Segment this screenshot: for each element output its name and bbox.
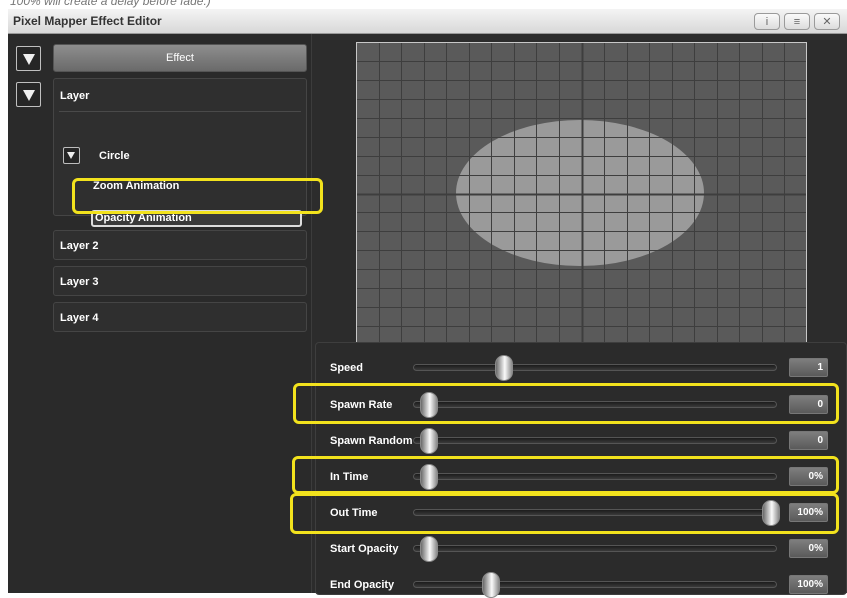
param-slider-track[interactable] bbox=[413, 545, 777, 552]
effect-editor-window: Pixel Mapper Effect Editor i ≡ ✕ Effect … bbox=[8, 9, 847, 598]
title-bar: Pixel Mapper Effect Editor i ≡ ✕ bbox=[8, 9, 847, 34]
layer-expand-button[interactable] bbox=[16, 82, 41, 107]
circle-expand-button[interactable] bbox=[63, 147, 80, 164]
layer-divider bbox=[59, 111, 301, 112]
param-label: Spawn Rate bbox=[330, 399, 393, 411]
chevron-down-icon bbox=[67, 152, 75, 159]
layer-2-panel[interactable]: Layer 2 bbox=[53, 230, 307, 260]
param-row: Spawn Random 0 bbox=[316, 425, 846, 454]
info-button[interactable]: i bbox=[754, 13, 780, 30]
layer-tree-pane: Effect Layer Circle Zoom Animation Opaci… bbox=[8, 34, 312, 593]
param-slider-thumb[interactable] bbox=[495, 355, 513, 381]
effect-expand-button[interactable] bbox=[16, 46, 41, 71]
param-value-field[interactable]: 0 bbox=[789, 431, 828, 450]
menu-button[interactable]: ≡ bbox=[784, 13, 810, 30]
param-slider-track[interactable] bbox=[413, 437, 777, 444]
param-label: Spawn Random bbox=[330, 435, 413, 447]
param-value-field[interactable]: 100% bbox=[789, 503, 828, 522]
chevron-down-icon bbox=[23, 90, 35, 101]
window-title: Pixel Mapper Effect Editor bbox=[13, 14, 162, 28]
param-slider-track[interactable] bbox=[413, 581, 777, 588]
opacity-animation-item[interactable]: Opacity Animation bbox=[91, 210, 302, 227]
close-button[interactable]: ✕ bbox=[814, 13, 840, 30]
param-label: End Opacity bbox=[330, 579, 395, 591]
menu-icon: ≡ bbox=[793, 16, 801, 28]
param-row: Start Opacity 0% bbox=[316, 533, 846, 562]
close-icon: ✕ bbox=[822, 16, 832, 28]
param-row: Speed 1 bbox=[316, 352, 846, 381]
pixel-preview[interactable] bbox=[356, 42, 808, 346]
param-value-field[interactable]: 0 bbox=[789, 395, 828, 414]
param-label: Out Time bbox=[330, 507, 378, 519]
parameter-panel: Speed 1 Spawn Rate 0 Spawn Random 0 In Time 0% O… bbox=[315, 342, 847, 598]
param-value-field[interactable]: 0% bbox=[789, 539, 828, 558]
param-slider-track[interactable] bbox=[413, 364, 777, 371]
param-label: In Time bbox=[330, 471, 369, 483]
info-icon: i bbox=[765, 16, 769, 28]
layer-4-label: Layer 4 bbox=[60, 312, 99, 324]
param-row: In Time 0% bbox=[316, 461, 846, 490]
layer-1-label[interactable]: Layer bbox=[60, 90, 89, 102]
layer-3-panel[interactable]: Layer 3 bbox=[53, 266, 307, 296]
param-row: Out Time 100% bbox=[316, 497, 846, 526]
param-slider-track[interactable] bbox=[413, 473, 777, 480]
param-slider-thumb[interactable] bbox=[420, 428, 438, 454]
param-row: Spawn Rate 0 bbox=[316, 389, 846, 418]
param-label: Speed bbox=[330, 362, 364, 374]
layer-1-panel: Layer Circle Zoom Animation Opacity Anim… bbox=[53, 78, 307, 227]
circle-label[interactable]: Circle bbox=[99, 150, 130, 162]
zoom-animation-item[interactable]: Zoom Animation bbox=[93, 180, 179, 192]
param-value-field[interactable]: 1 bbox=[789, 358, 828, 377]
param-value-field[interactable]: 100% bbox=[789, 575, 828, 594]
chevron-down-icon bbox=[23, 54, 35, 65]
param-value-field[interactable]: 0% bbox=[789, 467, 828, 486]
param-label: Start Opacity bbox=[330, 543, 399, 555]
pixel-grid-canvas bbox=[356, 42, 808, 346]
param-slider-thumb[interactable] bbox=[420, 536, 438, 562]
effect-button[interactable]: Effect bbox=[53, 44, 307, 72]
layer-4-panel[interactable]: Layer 4 bbox=[53, 302, 307, 332]
param-slider-track[interactable] bbox=[413, 509, 777, 516]
layer-2-label: Layer 2 bbox=[60, 240, 99, 252]
param-slider-track[interactable] bbox=[413, 401, 777, 408]
param-slider-thumb[interactable] bbox=[420, 464, 438, 490]
param-slider-thumb[interactable] bbox=[420, 392, 438, 418]
circle-shape bbox=[456, 120, 704, 266]
param-slider-thumb[interactable] bbox=[762, 500, 780, 526]
param-slider-thumb[interactable] bbox=[482, 572, 500, 598]
top-caption: 100% will create a delay before fade.) bbox=[10, 0, 211, 8]
layer-3-label: Layer 3 bbox=[60, 276, 99, 288]
